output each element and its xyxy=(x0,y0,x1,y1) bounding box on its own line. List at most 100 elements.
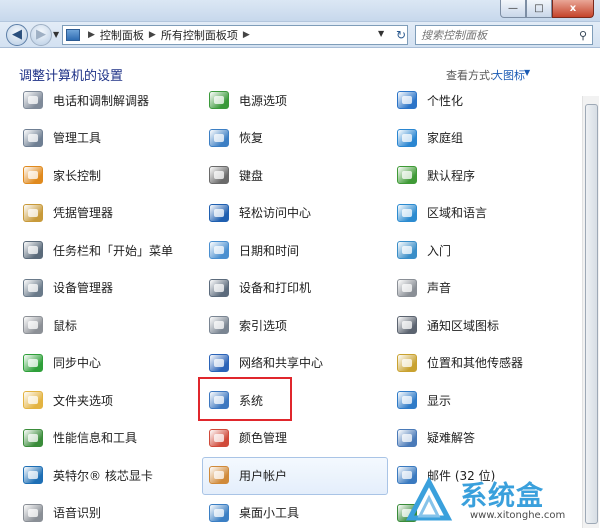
cp-item-intel-graphics[interactable]: 英特尔® 核芯显卡 xyxy=(20,459,153,491)
cp-item-personalization[interactable]: 个性化 xyxy=(394,84,463,116)
cp-item-display[interactable]: 显示 xyxy=(394,384,451,416)
scrollbar-thumb[interactable] xyxy=(585,104,598,524)
maximize-icon: □ xyxy=(534,3,544,14)
vertical-scrollbar[interactable] xyxy=(582,96,599,528)
date-time-icon xyxy=(206,237,232,263)
breadcrumb-separator-icon[interactable]: ▶ xyxy=(149,30,156,40)
breadcrumb-all-items[interactable]: 所有控制面板项 xyxy=(161,27,238,43)
forward-button[interactable]: ▶ xyxy=(30,24,52,46)
personalization-icon xyxy=(394,87,420,113)
refresh-icon[interactable]: ↻ xyxy=(392,25,410,45)
cp-item-label: 个性化 xyxy=(427,93,464,108)
credential-manager-icon xyxy=(20,200,46,226)
cp-item-label: 设备管理器 xyxy=(53,281,114,295)
cp-item-recovery[interactable]: 恢复 xyxy=(206,122,263,154)
cp-item-label: 任务栏和「开始」菜单 xyxy=(53,243,174,258)
cp-item-folder-options[interactable]: 文件夹选项 xyxy=(20,384,113,416)
view-by-label: 查看方式: xyxy=(446,69,494,82)
cp-item-parental-controls[interactable]: 家长控制 xyxy=(20,159,101,191)
cp-item-sound[interactable]: 声音 xyxy=(394,272,451,304)
homegroup-icon xyxy=(394,125,420,151)
cp-item-label: 用户帐户 xyxy=(239,468,288,483)
forward-arrow-icon: ▶ xyxy=(36,27,46,42)
cp-item-label: 轻松访问中心 xyxy=(239,206,312,220)
cp-item-keyboard[interactable]: 键盘 xyxy=(206,159,263,191)
cp-item-color-management[interactable]: 颜色管理 xyxy=(206,422,287,454)
cp-item-admin-tools[interactable]: 管理工具 xyxy=(20,122,101,154)
cp-item-troubleshooting[interactable]: 疑难解答 xyxy=(394,422,475,454)
cp-item-date-time[interactable]: 日期和时间 xyxy=(206,234,299,266)
view-by-dropdown[interactable]: 大图标 xyxy=(492,67,525,83)
maximize-button[interactable]: □ xyxy=(526,0,552,18)
minimize-button[interactable]: — xyxy=(500,0,526,18)
cp-item-label: 颜色管理 xyxy=(239,431,288,445)
cp-item-default-programs[interactable]: 默认程序 xyxy=(394,159,475,191)
cp-item-label: 索引选项 xyxy=(239,318,288,333)
back-arrow-icon: ◀ xyxy=(12,27,22,42)
watermark: 系统盒 www.xitonghe.com xyxy=(404,470,594,528)
search-box[interactable]: ⚲ xyxy=(415,25,593,45)
cp-item-region-language[interactable]: 区域和语言 xyxy=(394,197,487,229)
cp-item-label: 桌面小工具 xyxy=(239,506,300,520)
breadcrumb-separator-icon[interactable]: ▶ xyxy=(88,30,95,40)
page-title: 调整计算机的设置 xyxy=(19,69,124,84)
cp-item-label: 网络和共享中心 xyxy=(239,356,324,370)
devices-printers-icon xyxy=(206,275,232,301)
watermark-logo-icon xyxy=(405,476,453,521)
cp-item-device-manager[interactable]: 设备管理器 xyxy=(20,272,113,304)
cp-item-phone-modem[interactable]: 电话和调制解调器 xyxy=(20,84,149,116)
search-input[interactable] xyxy=(416,28,574,42)
cp-item-mouse[interactable]: 鼠标 xyxy=(20,309,77,341)
control-panel-icon xyxy=(66,29,80,41)
performance-icon xyxy=(20,425,46,451)
display-icon xyxy=(394,387,420,413)
location-sensors-icon xyxy=(394,350,420,376)
search-icon[interactable]: ⚲ xyxy=(574,29,592,42)
cp-item-credential-manager[interactable]: 凭据管理器 xyxy=(20,197,113,229)
cp-item-homegroup[interactable]: 家庭组 xyxy=(394,122,463,154)
address-dropdown-icon[interactable]: ▼ xyxy=(378,29,384,38)
cp-item-label: 位置和其他传感器 xyxy=(427,356,524,370)
cp-item-label: 键盘 xyxy=(239,168,264,183)
cp-item-speech-recognition[interactable]: 语音识别 xyxy=(20,497,101,528)
color-management-icon xyxy=(206,425,232,451)
cp-item-label: 恢复 xyxy=(239,131,264,145)
recent-pages-dropdown[interactable]: ▼ xyxy=(53,30,59,39)
cp-item-label: 声音 xyxy=(427,281,452,295)
cp-item-desktop-gadgets[interactable]: 桌面小工具 xyxy=(206,497,299,528)
cp-item-indexing-options[interactable]: 索引选项 xyxy=(206,309,287,341)
taskbar-icon xyxy=(20,237,46,263)
cp-item-getting-started[interactable]: 入门 xyxy=(394,234,451,266)
cp-item-notification-area[interactable]: 通知区域图标 xyxy=(394,309,499,341)
cp-item-taskbar[interactable]: 任务栏和「开始」菜单 xyxy=(20,234,173,266)
power-options-icon xyxy=(206,87,232,113)
cp-item-performance[interactable]: 性能信息和工具 xyxy=(20,422,137,454)
breadcrumb-separator-icon[interactable]: ▶ xyxy=(243,30,250,40)
indexing-options-icon xyxy=(206,312,232,338)
cp-item-power-options[interactable]: 电源选项 xyxy=(206,84,287,116)
cp-item-label: 鼠标 xyxy=(53,318,78,333)
cp-item-network-sharing[interactable]: 网络和共享中心 xyxy=(206,347,323,379)
cp-item-location-sensors[interactable]: 位置和其他传感器 xyxy=(394,347,523,379)
cp-item-label: 区域和语言 xyxy=(427,206,488,220)
close-button[interactable]: x xyxy=(552,0,594,18)
region-language-icon xyxy=(394,200,420,226)
chevron-down-icon[interactable]: ▼ xyxy=(524,68,530,77)
address-bar[interactable]: ▶ 控制面板 ▶ 所有控制面板项 ▶ xyxy=(62,25,408,45)
cp-item-label: 电话和调制解调器 xyxy=(53,93,150,108)
cp-item-label: 语音识别 xyxy=(53,506,102,520)
cp-item-user-accounts[interactable]: 用户帐户 xyxy=(206,459,287,491)
cp-item-label: 性能信息和工具 xyxy=(53,431,138,445)
cp-item-label: 显示 xyxy=(427,393,452,408)
cp-item-ease-of-access[interactable]: 轻松访问中心 xyxy=(206,197,311,229)
breadcrumb-control-panel[interactable]: 控制面板 xyxy=(100,27,144,43)
network-sharing-icon xyxy=(206,350,232,376)
cp-item-label: 文件夹选项 xyxy=(53,393,114,408)
back-button[interactable]: ◀ xyxy=(6,24,28,46)
folder-options-icon xyxy=(20,387,46,413)
sound-icon xyxy=(394,275,420,301)
device-manager-icon xyxy=(20,275,46,301)
cp-item-devices-printers[interactable]: 设备和打印机 xyxy=(206,272,311,304)
admin-tools-icon xyxy=(20,125,46,151)
cp-item-sync-center[interactable]: 同步中心 xyxy=(20,347,101,379)
